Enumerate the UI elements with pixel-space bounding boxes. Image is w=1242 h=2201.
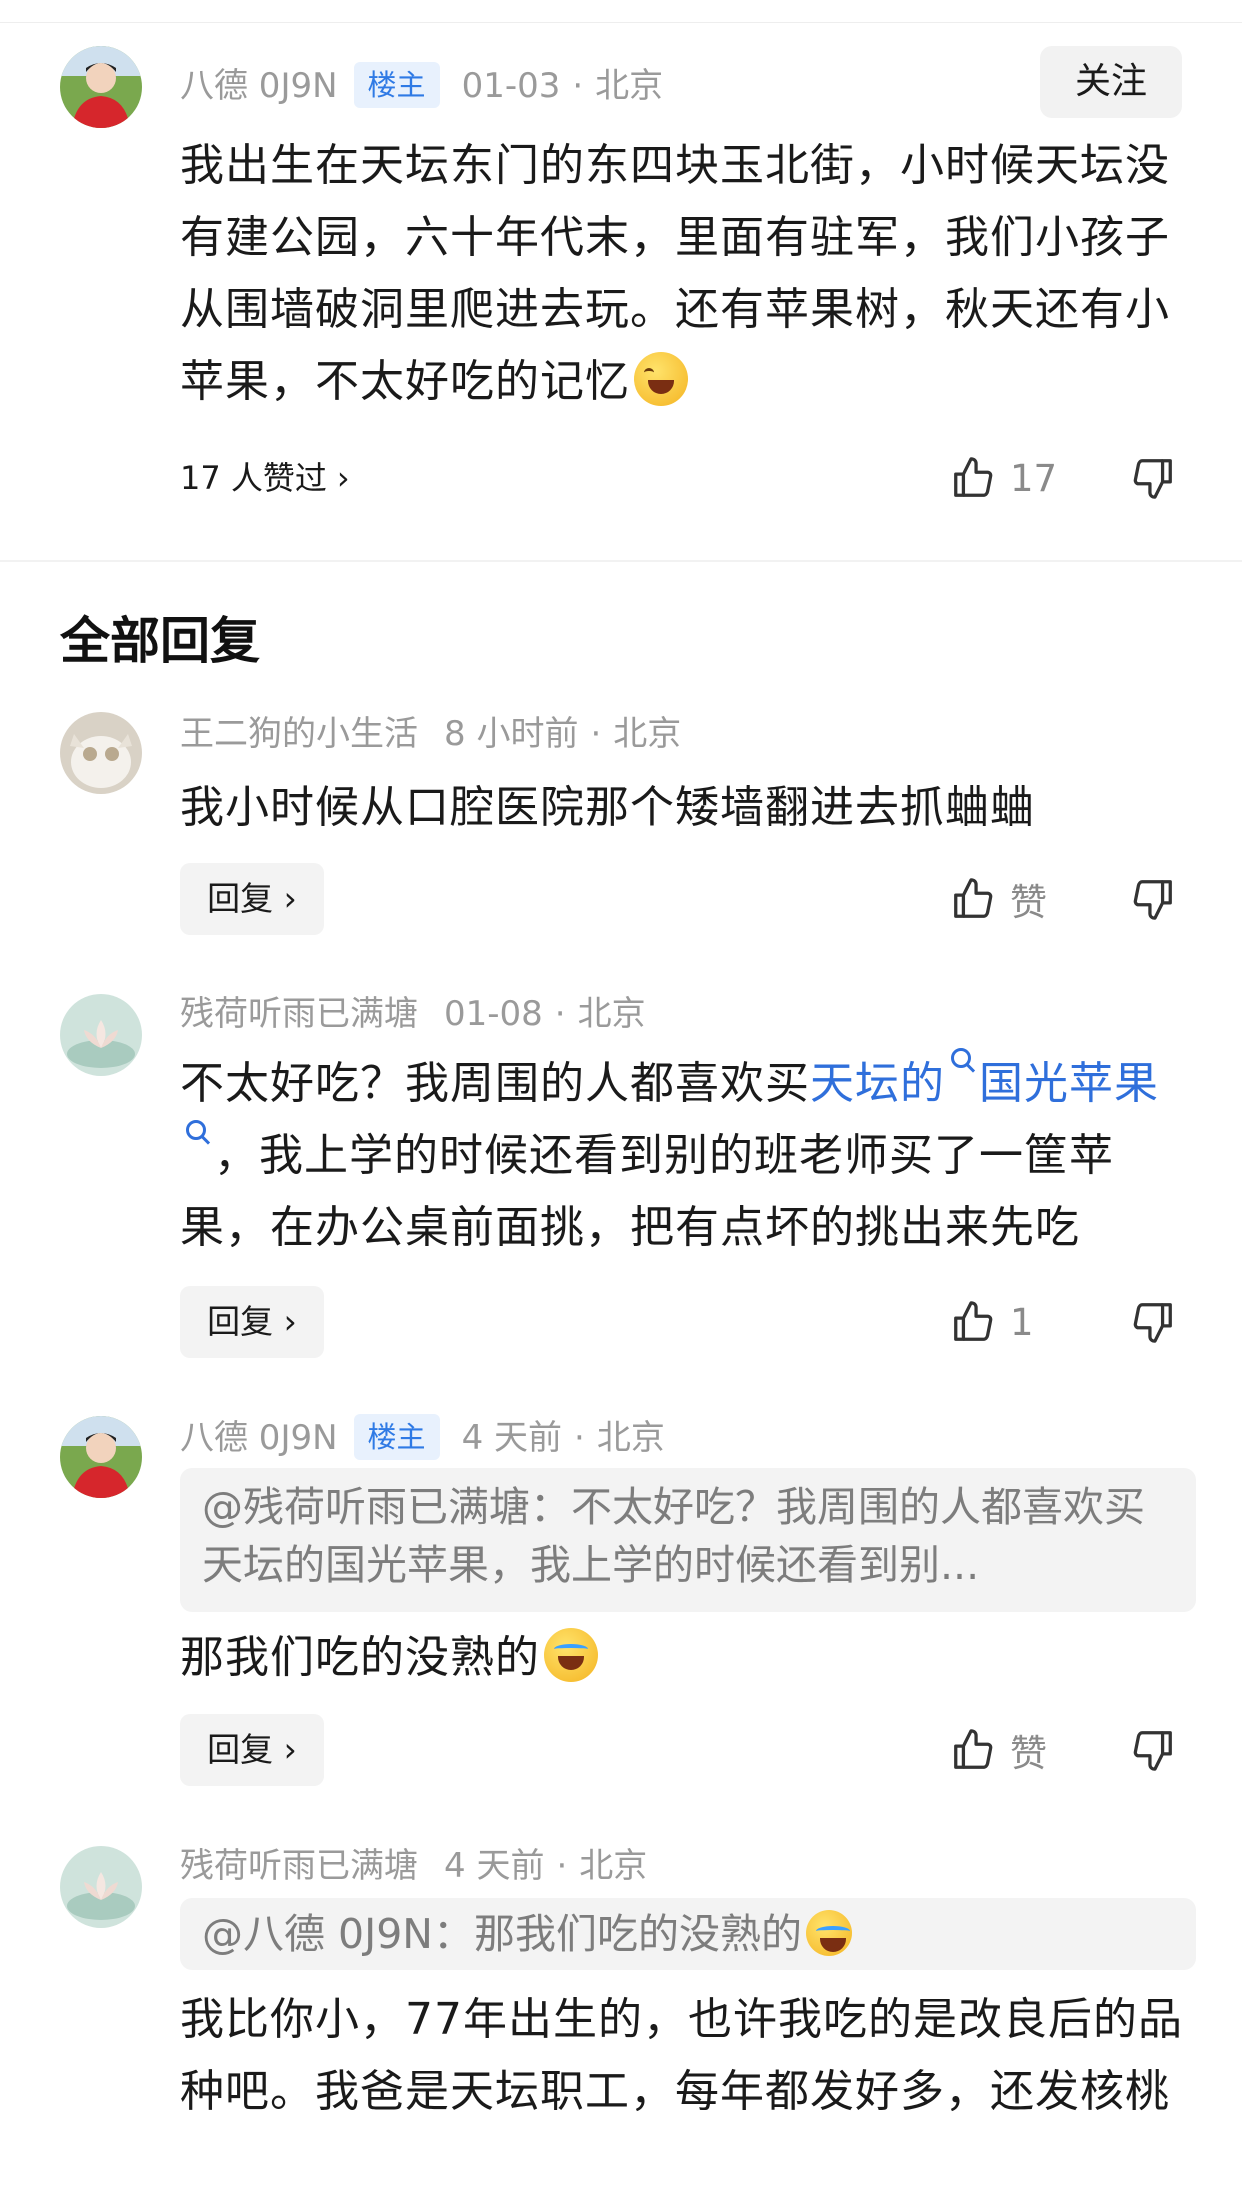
reply-text-after: ，我上学的时候还看到别的班老师买了一筐苹果，在办公桌前面挑，把有点坏的挑出来先吃 [180,1130,1114,1253]
meta-dot: · [572,66,584,106]
like-button[interactable]: 赞 [950,1720,1047,1780]
avatar[interactable] [60,46,142,128]
meta-dot: · [556,1846,568,1886]
thumbs-up-icon [954,878,993,918]
section-title: 全部回复 [60,612,260,670]
comment-date: 01-03 [461,66,561,106]
reply-button[interactable]: 回复 › [180,863,324,935]
reply-location: 北京 [613,714,682,754]
reply-button[interactable]: 回复 › [180,1714,324,1786]
like-count: 17 [1010,456,1058,500]
reply-time: 4 天前 [444,1846,545,1886]
like-label: 赞 [1010,881,1047,924]
reply-meta: 王二狗的小生活 8 小时前 · 北京 [180,712,681,756]
author-name[interactable]: 残荷听雨已满塘 [180,994,418,1034]
thumbs-down-icon [1133,459,1172,499]
meta-dot: · [574,1418,585,1458]
comment-text: 我出生在天坛东门的东四块玉北街，小时候天坛没有建公园，六十年代末，里面有驻军，我… [180,130,1190,418]
liked-by-link[interactable]: 17 人赞过 › [180,456,350,500]
dislike-button[interactable] [1130,448,1176,508]
meta-dot: · [590,714,602,754]
search-icon[interactable] [951,1048,971,1068]
like-button[interactable]: 1 [950,1292,1034,1352]
dislike-button[interactable] [1130,869,1176,929]
reply-text-content: 那我们吃的没熟的 [180,1632,540,1683]
reply-location: 北京 [596,1418,665,1458]
thumbs-up-icon [954,1729,993,1769]
reply-location: 北京 [577,994,646,1034]
avatar[interactable] [60,712,142,794]
reply-meta: 残荷听雨已满塘 4 天前 · 北京 [180,1844,647,1888]
reply-meta: 八德 0J9N 楼主 4 天前 · 北京 [180,1414,665,1460]
laughing-emoji-icon [634,352,688,406]
crying-laughing-emoji-icon [544,1628,598,1682]
comment-location: 北京 [595,66,664,106]
meta-dot: · [554,994,566,1034]
quoted-reply[interactable]: @八德 0J9N：那我们吃的没熟的 [180,1898,1196,1970]
reply-text: 我小时候从口腔医院那个矮墙翻进去抓蛐蛐 [180,782,1035,833]
author-name[interactable]: 王二狗的小生活 [180,714,418,754]
reply-time: 01-08 [444,994,543,1034]
quoted-reply-text: @八德 0J9N：那我们吃的没熟的 [202,1910,802,1958]
like-button[interactable]: 赞 [950,869,1047,929]
thumbs-down-icon [1133,1731,1172,1771]
like-button[interactable]: 17 [950,448,1057,508]
thumbs-up-icon [954,457,993,497]
reply-text: 那我们吃的没熟的 [180,1622,1190,1694]
author-name[interactable]: 八德 0J9N [180,66,338,106]
like-count: 1 [1010,1300,1034,1344]
avatar[interactable] [60,1416,142,1498]
quoted-reply[interactable]: @残荷听雨已满塘：不太好吃？我周围的人都喜欢买天坛的国光苹果，我上学的时候还看到… [180,1468,1196,1612]
dislike-button[interactable] [1130,1292,1176,1352]
reply-button[interactable]: 回复 › [180,1286,324,1358]
crying-laughing-emoji-icon [805,1910,852,1956]
reply-location: 北京 [579,1846,648,1886]
dislike-button[interactable] [1130,1720,1176,1780]
reply-time: 8 小时前 [444,714,579,754]
author-name[interactable]: 残荷听雨已满塘 [180,1846,418,1886]
comment-meta: 八德 0J9N 楼主 01-03 · 北京 [180,62,663,108]
thumbs-down-icon [1133,1303,1172,1343]
thumbs-up-icon [954,1301,993,1341]
chevron-right-icon: › [336,459,350,497]
search-link[interactable]: 国光苹果 [979,1058,1159,1109]
follow-button[interactable]: 关注 [1040,46,1182,118]
author-name[interactable]: 八德 0J9N [180,1418,338,1458]
reply-time: 4 天前 [461,1418,563,1458]
reply-text: 不太好吃？我周围的人都喜欢买天坛的 国光苹果 ，我上学的时候还看到别的班老师买了一筐… [180,1048,1190,1264]
section-divider [0,560,1242,562]
liked-by-label: 17 人赞过 [180,459,327,497]
thumbs-down-icon [1133,880,1172,920]
reply-text: 我比你小，77年出生的，也许我吃的是改良后的品种吧。我爸是天坛职工，每年都发好多… [180,1994,1183,2117]
top-divider [0,0,1242,23]
search-icon[interactable] [186,1120,206,1140]
op-badge: 楼主 [353,62,440,108]
like-label: 赞 [1010,1732,1047,1775]
reply-meta: 残荷听雨已满塘 01-08 · 北京 [180,992,646,1036]
avatar[interactable] [60,994,142,1076]
search-link[interactable]: 天坛的 [810,1058,945,1109]
reply-text-before: 不太好吃？我周围的人都喜欢买 [180,1058,810,1109]
avatar[interactable] [60,1846,142,1928]
op-badge: 楼主 [353,1414,440,1460]
